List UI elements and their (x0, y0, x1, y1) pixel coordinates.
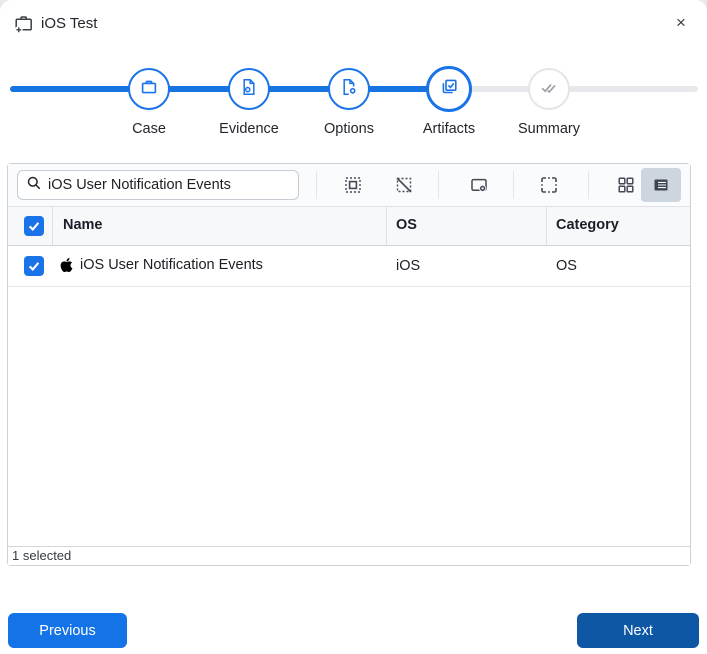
profile-settings-icon[interactable] (461, 169, 497, 201)
briefcase-icon (139, 77, 159, 102)
wizard-stepper: Case Evidence Options Artifacts Summary (0, 62, 707, 146)
file-gear-icon (339, 77, 359, 102)
case-add-icon (13, 13, 35, 35)
toolbar-divider (438, 171, 439, 199)
artifact-os: iOS (396, 258, 421, 274)
column-header-category[interactable]: Category (556, 217, 619, 233)
toolbar-divider (316, 171, 317, 199)
close-icon[interactable]: × (669, 11, 693, 35)
selection-status: 1 selected (8, 546, 690, 565)
column-divider (546, 207, 547, 245)
search-input[interactable] (48, 177, 290, 193)
table-header: Name OS Category (8, 207, 690, 246)
step-summary[interactable] (528, 68, 570, 110)
next-button[interactable]: Next (577, 613, 699, 648)
artifact-panel: Name OS Category iOS User Notification E… (7, 163, 691, 566)
toolbar-divider (513, 171, 514, 199)
artifact-check-icon (439, 76, 460, 102)
dialog-title: iOS Test (41, 15, 98, 32)
step-options[interactable] (328, 68, 370, 110)
select-all-checkbox[interactable] (24, 216, 44, 236)
double-check-icon (538, 76, 560, 103)
artifact-name: iOS User Notification Events (80, 257, 263, 273)
step-label-artifacts: Artifacts (422, 121, 476, 137)
toolbar-divider (588, 171, 589, 199)
column-header-os[interactable]: OS (396, 217, 417, 233)
step-evidence[interactable] (228, 68, 270, 110)
step-case[interactable] (128, 68, 170, 110)
deselect-all-icon[interactable] (386, 169, 422, 201)
search-icon (26, 175, 42, 196)
column-header-name[interactable]: Name (63, 217, 103, 233)
artifact-toolbar (8, 164, 690, 207)
custom-selection-icon[interactable] (531, 169, 567, 201)
apple-icon (60, 257, 73, 273)
step-label-evidence: Evidence (219, 121, 279, 137)
artifact-category: OS (556, 258, 577, 274)
artifact-name-cell: iOS User Notification Events (60, 257, 263, 273)
column-divider (386, 207, 387, 245)
step-label-options: Options (324, 121, 374, 137)
column-divider (52, 207, 53, 245)
grid-view-icon[interactable] (608, 169, 644, 201)
wizard-dialog: iOS Test × Case Evidence Options Artifac… (0, 0, 707, 654)
table-row[interactable]: iOS User Notification Events iOS OS (8, 246, 690, 287)
row-checkbox[interactable] (24, 256, 44, 276)
evidence-file-icon (239, 77, 259, 102)
select-all-icon[interactable] (335, 169, 371, 201)
step-label-summary: Summary (517, 121, 581, 137)
step-label-case: Case (132, 121, 166, 137)
search-box[interactable] (17, 170, 299, 200)
previous-button[interactable]: Previous (8, 613, 127, 648)
step-artifacts[interactable] (426, 66, 472, 112)
list-view-icon[interactable] (641, 168, 681, 202)
table-empty-area (8, 287, 690, 546)
dialog-header: iOS Test × (0, 0, 707, 48)
